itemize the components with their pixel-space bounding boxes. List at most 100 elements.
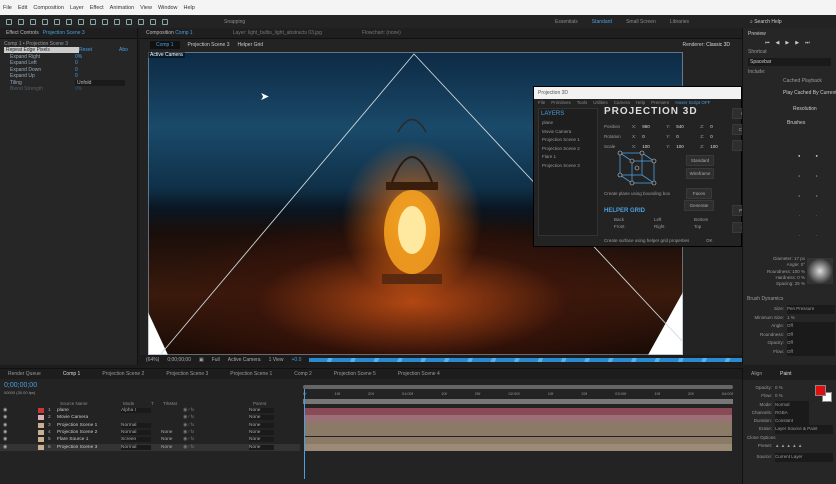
brush-tool-icon[interactable]: [114, 18, 120, 25]
label-color-swatch[interactable]: [38, 415, 44, 421]
param-value[interactable]: 0: [75, 67, 78, 73]
effect-controls-tab[interactable]: Effect Controls Projection Scene 3: [0, 28, 137, 39]
position-y[interactable]: 540: [676, 122, 694, 132]
snapping-label[interactable]: Snapping: [224, 19, 245, 25]
paint-flow[interactable]: 0 %: [775, 392, 783, 400]
layer-duration-bar[interactable]: [305, 414, 732, 422]
minimum-size[interactable]: 1 %: [787, 314, 835, 323]
layer-duration-bar[interactable]: [305, 444, 732, 451]
checkbox-top[interactable]: Top: [694, 223, 734, 230]
current-time[interactable]: 0;00;00;00: [4, 382, 37, 389]
menu-view[interactable]: View: [140, 5, 152, 11]
about-link[interactable]: Abo: [119, 47, 128, 53]
mode-dropdown[interactable]: Screen: [121, 437, 151, 443]
roto-brush-tool-icon[interactable]: [150, 18, 156, 25]
tab-comp-1[interactable]: Comp 1: [63, 371, 81, 377]
time-ruler[interactable]: 0f10f20f01:00f10f20f02:00f10f20f03:00f10…: [303, 391, 733, 399]
label-color-swatch[interactable]: [38, 422, 44, 428]
play-icon[interactable]: ▶: [785, 40, 789, 46]
breadcrumb-projection-scene-3[interactable]: Projection Scene 3: [188, 42, 230, 48]
tiling-dropdown[interactable]: Unfold: [75, 79, 125, 86]
layer-row[interactable]: ◉ 4 Projection Scene 2 Normal None ◉ ⁄ f…: [0, 429, 300, 436]
dialog-menu-file[interactable]: File: [538, 100, 545, 105]
layer-row[interactable]: ◉ 6 Projection Scene 3 Normal None ◉ ⁄ f…: [0, 443, 300, 451]
view-dropdown[interactable]: Active Camera: [228, 357, 261, 363]
foreground-color-swatch[interactable]: [815, 385, 826, 396]
scale-y[interactable]: 100: [676, 142, 694, 152]
magnification-dropdown[interactable]: (64%): [146, 357, 159, 363]
layer-name[interactable]: Projection Scene 2: [57, 430, 121, 435]
mode-dropdown[interactable]: Normal: [121, 422, 151, 428]
layer-item[interactable]: Projection Scene 2: [542, 145, 597, 154]
renderer[interactable]: Renderer: Classic 3D: [682, 42, 730, 48]
switches[interactable]: ◉ ⁄ fx: [183, 430, 249, 435]
prev-frame-icon[interactable]: ◀: [776, 40, 780, 46]
parent-dropdown[interactable]: None: [249, 408, 274, 413]
switches[interactable]: ◉ ⁄ fx: [183, 415, 249, 420]
size-dropdown[interactable]: Pen Pressure: [787, 305, 835, 314]
camera-tool-icon[interactable]: [54, 18, 60, 25]
trkmat-dropdown[interactable]: None: [161, 430, 183, 435]
workspace-small-screen[interactable]: Small Screen: [626, 19, 656, 25]
pen-tool-icon[interactable]: [90, 18, 96, 25]
label-color-swatch[interactable]: [38, 429, 44, 435]
shape-tool-icon[interactable]: [78, 18, 84, 25]
layer-item[interactable]: Projection Scene 1: [542, 136, 597, 145]
erase-dropdown[interactable]: Layer Source & Paint: [775, 425, 833, 434]
label-color-swatch[interactable]: [38, 444, 44, 450]
flow-dropdown[interactable]: Off: [787, 347, 835, 356]
resolution-label[interactable]: Resolution: [743, 96, 836, 112]
menu-layer[interactable]: Layer: [70, 5, 84, 11]
resolution-dropdown[interactable]: Full: [212, 357, 220, 363]
layer-name[interactable]: Movie Camera: [57, 415, 121, 420]
visibility-eye-icon[interactable]: ◉: [0, 430, 38, 435]
hand-tool-icon[interactable]: [18, 18, 24, 25]
rotation-x[interactable]: 0: [642, 132, 660, 142]
work-area-bar[interactable]: [303, 385, 733, 389]
dialog-menu-premiere[interactable]: Premiere: [651, 100, 669, 105]
tab-projection-scene-4[interactable]: Projection Scene 4: [398, 371, 440, 377]
mode-dropdown[interactable]: Normal: [121, 429, 151, 435]
layer-duration-bar[interactable]: [305, 429, 732, 437]
tab-projection-scene-3[interactable]: Projection Scene 3: [166, 371, 208, 377]
reset-link[interactable]: Reset: [79, 47, 119, 53]
selection-tool-icon[interactable]: [6, 18, 12, 25]
opacity-dropdown[interactable]: Off: [787, 339, 835, 348]
param-value[interactable]: 0%: [75, 54, 82, 60]
trkmat-dropdown[interactable]: None: [161, 445, 183, 450]
mode-dropdown[interactable]: Normal: [121, 444, 151, 450]
duration-dropdown[interactable]: Constant: [775, 417, 809, 426]
position-x[interactable]: 960: [642, 122, 660, 132]
rotation-y[interactable]: 0: [676, 132, 694, 142]
mode-dropdown[interactable]: Alpha I: [121, 408, 151, 413]
shortcut-dropdown[interactable]: Spacebar: [748, 58, 831, 66]
align-tab[interactable]: Align: [751, 371, 762, 377]
paint-tab[interactable]: Paint: [780, 371, 791, 377]
view-layout-dropdown[interactable]: 1 View: [269, 357, 284, 363]
standard-button[interactable]: Standard: [686, 155, 714, 166]
checkbox-bottom[interactable]: Bottom: [694, 216, 734, 223]
menu-file[interactable]: File: [3, 5, 12, 11]
param-value[interactable]: 0: [75, 73, 78, 79]
layer-name[interactable]: Flare Source 1: [57, 437, 121, 442]
ok-button[interactable]: OK: [706, 238, 713, 243]
paint-opacity[interactable]: 0 %: [775, 384, 783, 392]
breadcrumb-helper-grid[interactable]: Helper Grid: [238, 42, 264, 48]
timecode[interactable]: 0;00;00;00: [167, 357, 191, 363]
menu-help[interactable]: Help: [184, 5, 195, 11]
next-frame-icon[interactable]: ▶: [795, 40, 799, 46]
hover-script-toggle[interactable]: Hover Script OFF: [675, 100, 710, 105]
switches[interactable]: ◉ ⁄ fx: [183, 437, 249, 442]
visibility-eye-icon[interactable]: ◉: [0, 415, 38, 420]
switches[interactable]: ◉ ⁄ fx: [183, 423, 249, 428]
faces-dropdown[interactable]: Faces: [686, 188, 712, 199]
bounding-box-cube-icon[interactable]: [616, 149, 661, 187]
breadcrumb-comp1[interactable]: Comp 1: [150, 41, 180, 49]
menu-edit[interactable]: Edit: [18, 5, 27, 11]
flowchart-tab[interactable]: Flowchart: (none): [362, 30, 401, 36]
layer-row[interactable]: ◉ 1 plane Alpha I ◉ ⁄ fx None: [0, 407, 300, 414]
switches[interactable]: ◉ ⁄ fx: [183, 408, 249, 413]
generate-dropdown[interactable]: Generate: [684, 200, 714, 211]
layer-name[interactable]: plane: [57, 408, 121, 413]
checkbox-front[interactable]: Front: [614, 223, 654, 230]
